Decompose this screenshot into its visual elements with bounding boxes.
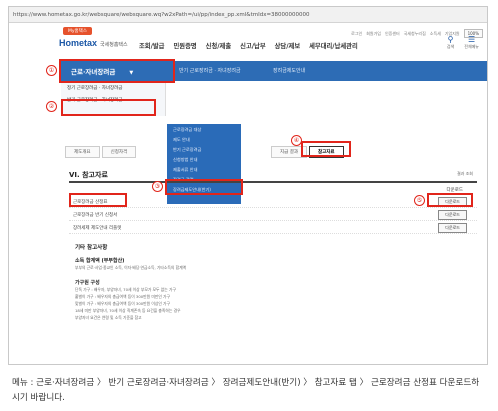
nav-apply[interactable]: 신청/제출 [206,41,231,50]
nav-certificate[interactable]: 민원증명 [173,41,196,50]
table-header: 다운로드 [69,181,477,195]
dropdown-item[interactable]: 근로장려금 대상 [167,124,241,134]
section-title: VI. 참고자료 [69,171,108,179]
submenu-regular[interactable]: 정기 근로장려금 · 자녀장려금 [61,82,165,94]
highlight-box [61,99,156,116]
instruction-caption: 메뉴 : 근로·자녀장려금 〉 반기 근로장려금·자녀장려금 〉 장려금제도안내… [12,378,480,403]
menu-system-guide[interactable]: 장려금제도안내 [273,67,305,74]
nav-consult[interactable]: 상담/제보 [275,41,300,50]
top-nav: 조회/발급 민원증명 신청/제출 신고/납부 상담/제보 세무대리/납세관리 [139,41,358,50]
callout-5: ⑤ [414,195,425,206]
callout-3: ③ [152,181,163,192]
download-button[interactable]: 다운로드 [438,210,467,220]
tabs-left: 제도개요 신청자격 [65,146,137,158]
callout-4: ④ [291,135,302,146]
info-subheading: 가구원 구성 [75,280,100,286]
row-title[interactable]: 장려세제 제도안내 리플렛 [73,225,121,231]
util-cert[interactable]: 인증센터 [385,31,400,37]
util-nts[interactable]: 국세청누리집 [404,31,426,37]
info-text: 18세 미만 부양자녀, 70세 이상 직계존속 등 요건을 충족하는 경우 [75,308,181,313]
dropdown-item[interactable]: 신청방법 안내 [167,154,241,164]
util-join[interactable]: 회원가입 [366,31,381,37]
my-hometax-badge[interactable]: My홈택스 [63,27,92,35]
highlight-box [165,179,243,195]
util-income[interactable]: 소득세 [430,31,441,37]
paging-control[interactable]: 결과 조회 [457,171,473,177]
nav-report[interactable]: 신고/납부 [240,41,265,50]
tab-eligibility[interactable]: 신청자격 [101,146,137,158]
nav-tax-agent[interactable]: 세무대리/납세관리 [309,41,358,50]
search-button[interactable]: ⚲ 검색 [447,35,454,50]
info-text: 부부의 근로·사업·종교인 소득, 이자·배당·연금소득, 기타소득의 합계액 [75,265,187,270]
tutorial-figure: https://www.hometax.go.kr/websquare/webs… [0,0,498,411]
callout-2: ② [46,101,57,112]
url-bar[interactable]: https://www.hometax.go.kr/websquare/webs… [9,7,487,23]
dropdown-item[interactable]: 제출서류 안내 [167,164,241,174]
info-text: 부양자녀 요건은 연령 및 소득 기준을 참고 [75,315,142,320]
download-button[interactable]: 다운로드 [438,223,467,233]
highlight-box [427,193,473,207]
info-heading: 기타 참고사항 [75,245,108,251]
table-row: 근로장려금 반기 신청서 다운로드 [69,209,477,221]
highlight-box [301,141,351,157]
info-text: 단독 가구 : 배우자, 부양자녀, 70세 이상 부모가 모두 없는 가구 [75,287,176,292]
right-icons: ⚲ 검색 ☰ 전체메뉴 [447,35,479,50]
callout-1: ① [46,65,57,76]
tab-overview[interactable]: 제도개요 [65,146,100,158]
info-text: 홑벌이 가구 : 배우자의 총급여액 등이 300만원 미만인 가구 [75,294,171,299]
menu-icon: ☰ [468,35,476,44]
row-title[interactable]: 근로장려금 반기 신청서 [73,212,117,218]
dropdown-item[interactable]: 제도 안내 [167,134,241,144]
all-menu-button[interactable]: ☰ 전체메뉴 [464,35,479,50]
logo-text: Hometax [59,38,98,48]
logo-subtitle: 국세청홈택스 [100,42,128,48]
highlight-box [69,193,127,207]
nav-inquiry[interactable]: 조회/발급 [139,41,164,50]
info-subheading: 소득 합계액 (부부합산) [75,258,125,264]
info-text: 맞벌이 가구 : 배우자의 총급여액 등이 300만원 이상인 가구 [75,301,171,306]
screenshot-frame: https://www.hometax.go.kr/websquare/webs… [8,6,488,365]
dropdown-item[interactable]: 반기 근로장려금 [167,144,241,154]
util-login[interactable]: 로그인 [351,31,362,37]
menu-half-year[interactable]: 반기 근로장려금 · 자녀장려금 [179,67,241,74]
hometax-logo[interactable]: Hometax 국세청홈택스 [59,38,128,48]
table-row: 장려세제 제도안내 리플렛 다운로드 [69,222,477,234]
highlight-box [59,59,175,83]
search-icon: ⚲ [447,35,454,44]
